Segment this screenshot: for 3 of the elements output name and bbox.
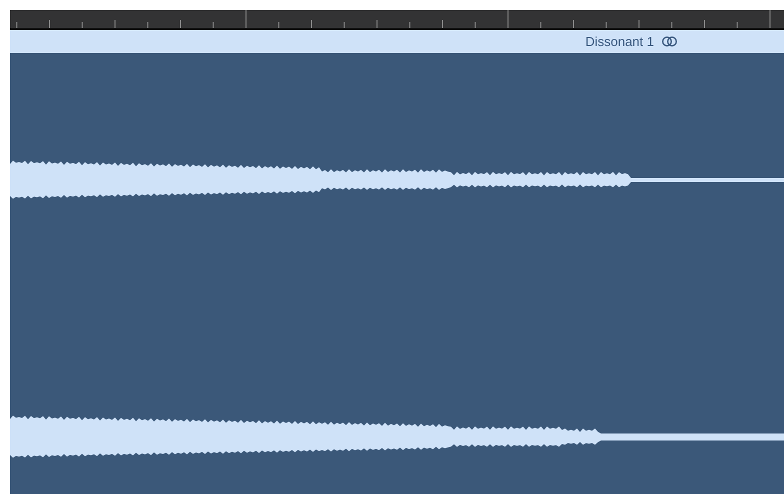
region-name: Dissonant 1 xyxy=(585,34,654,49)
region-header[interactable]: Dissonant 1 xyxy=(10,30,784,53)
audio-region[interactable] xyxy=(10,53,784,494)
